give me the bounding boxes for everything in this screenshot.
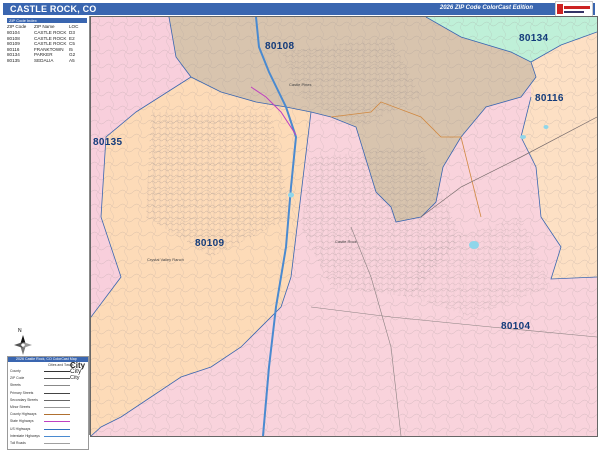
column-header: ZIP Code: [7, 24, 27, 29]
city-samples: City City City: [70, 362, 85, 382]
page-title: CASTLE ROCK, CO: [10, 4, 97, 14]
legend-item-swatch: [44, 392, 70, 394]
zip-loc-cell: C5: [69, 41, 75, 46]
city-sample-small: City: [70, 375, 80, 381]
legend-item-label: Minor Streets: [10, 405, 31, 409]
place-label-castle-rock: Castle Rock: [335, 239, 357, 244]
legend-item-label: State Highways: [10, 419, 34, 424]
map-key: 2026 Castle Rock, CO ColorCast Map Citie…: [7, 356, 89, 450]
zip-code-cell: 80135: [7, 57, 20, 63]
legend-item-swatch: [44, 399, 70, 401]
column-header: LOC: [69, 24, 79, 29]
zip-loc-cell: G2: [69, 52, 76, 57]
title-bar: CASTLE ROCK, CO 2026 ZIP Code ColorCast …: [3, 3, 595, 15]
zip-loc-cell: A5: [69, 57, 75, 63]
legend-item-swatch: [44, 435, 70, 437]
column-header: ZIP Name: [34, 24, 55, 29]
zip-loc-cell: E2: [69, 35, 75, 41]
map-canvas: 80108 80134 80116 80135 80109 80104 Cast…: [90, 16, 598, 437]
legend-item-label: Streets: [10, 383, 21, 388]
zip-label-80109: 80109: [195, 238, 225, 249]
place-label-castle-pines: Castle Pines: [289, 82, 312, 87]
map-graphic: [91, 17, 597, 436]
legend-item-swatch: [44, 428, 70, 430]
lake: [543, 125, 549, 129]
zip-code-cell: 80134: [7, 52, 20, 57]
zip-name-cell: CASTLE ROCK: [34, 35, 67, 41]
legend-item-label: County Highways: [10, 412, 37, 417]
legend-item-swatch: [44, 443, 70, 444]
legend-item-swatch: [44, 378, 70, 380]
zip-name-cell: PARKER: [34, 52, 53, 57]
legend-item-swatch: [44, 407, 70, 408]
map-page: CASTLE ROCK, CO 2026 ZIP Code ColorCast …: [0, 0, 600, 450]
legend-item-swatch: [44, 414, 70, 416]
edition-label: 2026 ZIP Code ColorCast Edition: [439, 5, 533, 11]
legend-item-swatch: [44, 371, 70, 372]
lake: [520, 135, 526, 139]
legend-item-label: Secondary Streets: [10, 397, 38, 402]
legend-item-label: Toll Roads: [10, 441, 26, 445]
zip-code-cell: 80116: [7, 46, 20, 52]
map-key-title: 2026 Castle Rock, CO ColorCast Map: [16, 357, 77, 361]
north-arrow-icon: [14, 335, 32, 355]
zip-label-80135: 80135: [93, 137, 123, 148]
zip-table-heading: ZIP Code Index: [9, 18, 37, 23]
lake: [288, 192, 294, 198]
legend-item-label: ZIP Code: [10, 376, 25, 381]
zip-label-80108: 80108: [265, 41, 295, 52]
zip-label-80134: 80134: [519, 33, 549, 44]
legend-item-swatch: [44, 385, 70, 387]
zip-label-80116: 80116: [535, 93, 564, 104]
legend-panel: ZIP Code Index ZIP Code ZIP Name LOC 801…: [3, 16, 90, 450]
zip-table-header: ZIP Code Index: [7, 18, 87, 23]
lake: [469, 241, 479, 249]
zip-code-cell: 80109: [7, 41, 20, 46]
legend-item-label: Interstate Highways: [10, 433, 40, 438]
zip-name-cell: CASTLE ROCK: [34, 30, 67, 35]
zip-label-80104: 80104: [501, 321, 531, 332]
zip-name-cell: SEDALIA: [34, 57, 54, 63]
zip-code-cell: 80108: [7, 35, 20, 41]
zip-code-cell: 80104: [7, 30, 20, 35]
legend-item-label: Primary Streets: [10, 390, 34, 395]
zip-name-cell: FRANKTOWN: [34, 46, 64, 52]
place-label-crystal-valley: Crystal Valley Ranch: [147, 257, 184, 262]
zip-loc-cell: I5: [69, 46, 73, 52]
legend-item-label: US Highways: [10, 426, 31, 431]
legend-item-label: County: [10, 369, 21, 373]
zip-loc-cell: D3: [69, 30, 75, 35]
legend-item-swatch: [44, 421, 70, 423]
zip-name-cell: CASTLE ROCK: [34, 41, 67, 46]
